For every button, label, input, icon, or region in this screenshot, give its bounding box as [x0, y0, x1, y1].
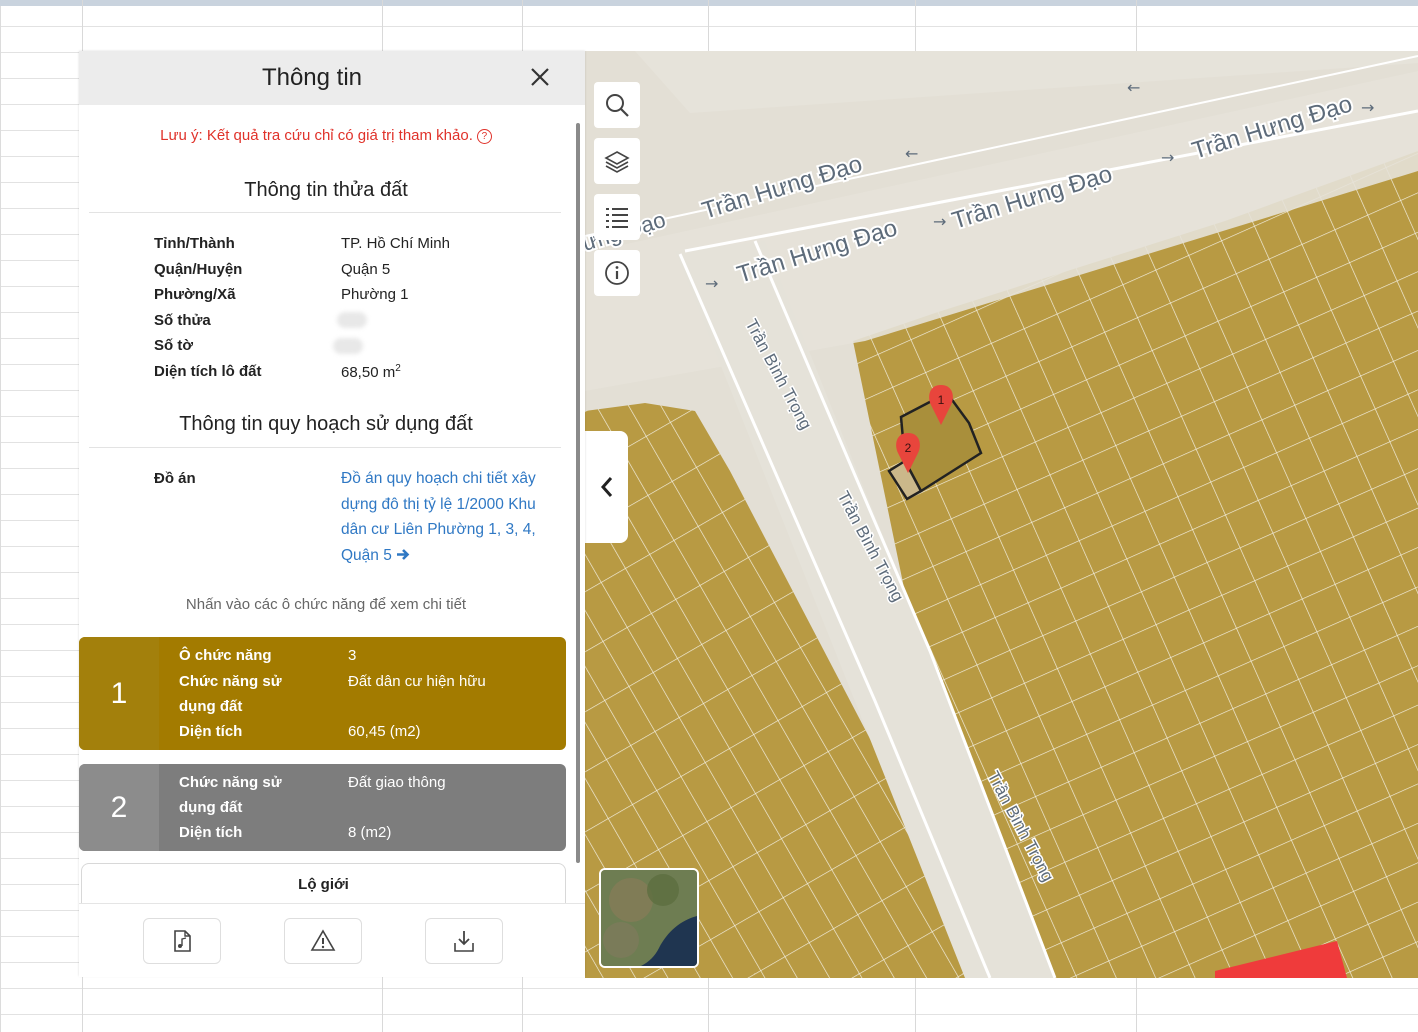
card-value: Đất giao thông [348, 774, 446, 791]
lo-gioi-tab[interactable]: Lộ giới [81, 863, 566, 904]
label-province: Tỉnh/Thành [154, 235, 235, 252]
download-icon [454, 931, 474, 952]
card-number: 2 [79, 764, 159, 851]
collapse-panel-button[interactable] [585, 431, 628, 543]
spreadsheet-top-bar [0, 0, 1418, 6]
svg-text:2: 2 [905, 441, 912, 455]
panel-header: Thông tin [79, 51, 585, 105]
unit-superscript: 2 [395, 363, 401, 374]
label-lot-area: Diện tích lô đất [154, 363, 262, 380]
download-button[interactable] [425, 918, 503, 964]
function-card-2[interactable]: 2 Chức năng sử dụng đất Đất giao thông D… [79, 764, 566, 851]
redacted-parcel-number [337, 312, 367, 328]
project-link[interactable]: Đồ án quy hoạch chi tiết xây dựng đô thị… [341, 466, 551, 568]
label-project: Đồ án [154, 470, 196, 487]
redacted-sheet-number [333, 338, 363, 354]
panel-footer [79, 903, 585, 977]
warning-triangle-icon [310, 929, 336, 951]
direction-arrow-icon: → [705, 274, 718, 293]
land-section-title: Thông tin thửa đất [244, 179, 408, 201]
reference-warning: Lưu ý: Kết quả tra cứu chỉ có giá trị th… [79, 127, 573, 144]
card-label: Diện tích [179, 723, 243, 740]
arrow-right-icon [397, 548, 410, 560]
divider [89, 447, 561, 448]
map-canvas[interactable]: Trần Hưng Đạo Trần Hưng Đạo Trần Hưng Đạ… [585, 51, 1418, 978]
card-value: Đất dân cư hiện hữu [348, 673, 486, 690]
svg-text:1: 1 [938, 393, 945, 407]
close-icon[interactable] [529, 66, 551, 88]
direction-arrow-icon: → [933, 212, 946, 231]
report-button[interactable] [284, 918, 362, 964]
search-icon [606, 94, 629, 117]
label-district: Quận/Huyện [154, 261, 243, 278]
map-view[interactable]: Trần Hưng Đạo Trần Hưng Đạo Trần Hưng Đạ… [585, 51, 1418, 978]
lot-area-number: 68,50 m [341, 364, 396, 381]
map-search-button[interactable] [594, 82, 640, 128]
card-value: 3 [348, 647, 357, 664]
list-icon [606, 208, 628, 228]
direction-arrow-icon: → [1161, 148, 1174, 167]
value-district: Quận 5 [341, 261, 391, 278]
card-label: Ô chức năng [179, 647, 272, 664]
satellite-minimap[interactable] [599, 868, 699, 968]
card-label: dụng đất [179, 698, 243, 715]
card-number: 1 [79, 637, 159, 750]
label-ward: Phường/Xã [154, 286, 236, 303]
chevron-left-icon [600, 477, 612, 497]
info-panel: Thông tin Lưu ý: Kết quả tra cứu chỉ có … [79, 51, 585, 977]
layers-icon [604, 151, 630, 173]
satellite-thumbnail [601, 870, 697, 966]
map-list-button[interactable] [594, 194, 640, 240]
panel-title: Thông tin [261, 64, 363, 91]
hint-text: Nhấn vào các ô chức năng để xem chi tiết [185, 596, 467, 613]
card-label: Chức năng sử [179, 673, 282, 690]
card-label: dụng đất [179, 799, 243, 816]
direction-arrow-icon: ← [1127, 78, 1140, 97]
planning-section-title: Thông tin quy hoạch sử dụng đất [179, 413, 473, 435]
card-label: Chức năng sử [179, 774, 282, 791]
function-card-1[interactable]: 1 Ô chức năng 3 Chức năng sử dụng đất Đấ… [79, 637, 566, 750]
divider [89, 212, 561, 213]
warning-text: Lưu ý: Kết quả tra cứu chỉ có giá trị th… [160, 127, 473, 144]
question-icon[interactable]: ? [476, 129, 492, 144]
card-label: Diện tích [179, 824, 243, 841]
document-music-icon [174, 930, 191, 952]
card-value: 60,45 (m2) [348, 723, 421, 740]
map-info-button[interactable] [594, 250, 640, 296]
scrollbar[interactable] [576, 123, 580, 863]
direction-arrow-icon: → [1361, 98, 1374, 117]
project-link-text[interactable]: Đồ án quy hoạch chi tiết xây dựng đô thị… [341, 470, 536, 564]
direction-arrow-icon: ← [905, 144, 918, 163]
value-ward: Phường 1 [341, 286, 409, 303]
document-button[interactable] [143, 918, 221, 964]
value-lot-area: 68,50 m2 [341, 363, 401, 381]
map-layers-button[interactable] [594, 138, 640, 184]
card-value: 8 (m2) [348, 824, 392, 841]
value-province: TP. Hồ Chí Minh [341, 235, 450, 252]
label-parcel-number: Số thửa [154, 312, 211, 329]
label-sheet-number: Số tờ [154, 337, 193, 354]
info-icon [605, 261, 629, 285]
